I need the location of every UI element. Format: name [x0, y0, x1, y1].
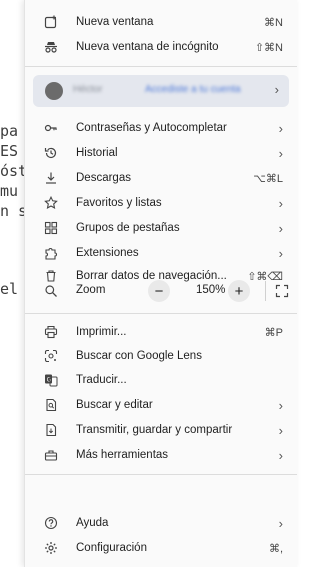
new-incognito-shortcut: ⇧⌘N — [254, 41, 283, 54]
toolbox-icon — [42, 446, 60, 464]
download-icon — [42, 169, 60, 187]
zoom-label: Zoom — [76, 284, 106, 296]
zoom-out-button[interactable]: − — [148, 280, 170, 302]
extensions-label: Extensiones — [76, 247, 139, 259]
zoom-in-button[interactable]: + — [228, 280, 250, 302]
help-icon — [42, 514, 60, 532]
divider — [25, 474, 297, 475]
bookmarks-label: Favoritos y listas — [76, 197, 162, 209]
print-label: Imprimir... — [76, 326, 127, 338]
find-edit-item[interactable]: Buscar y editar › — [25, 393, 297, 417]
incognito-icon — [42, 38, 60, 56]
google-lens-item[interactable]: Buscar con Google Lens — [25, 344, 297, 368]
background-text: mu — [0, 182, 19, 200]
divider — [25, 313, 297, 314]
divider — [25, 66, 297, 67]
find-page-icon — [42, 396, 60, 414]
downloads-shortcut: ⌥⌘L — [253, 172, 283, 185]
zoom-value: 150% — [196, 284, 226, 296]
profile-name: Héctor — [73, 84, 103, 95]
print-shortcut: ⌘P — [264, 326, 283, 339]
more-tools-item[interactable]: Más herramientas › — [25, 443, 297, 467]
divider — [265, 281, 266, 301]
tab-groups-icon — [42, 219, 60, 237]
history-label: Historial — [76, 147, 118, 159]
history-icon — [42, 144, 60, 162]
chevron-right-icon: › — [278, 120, 283, 136]
lens-label: Buscar con Google Lens — [76, 350, 202, 362]
profile-row[interactable]: Héctor Accediste a tu cuenta › — [33, 75, 289, 107]
background-text: ES — [0, 142, 19, 160]
new-incognito-window-item[interactable]: Nueva ventana de incógnito ⇧⌘N — [25, 35, 297, 59]
chevron-right-icon: › — [278, 447, 283, 463]
chevron-right-icon: › — [278, 422, 283, 438]
history-item[interactable]: Historial › — [25, 141, 297, 165]
chevron-right-icon: › — [278, 245, 283, 261]
browser-menu: Nueva ventana ⌘N Nueva ventana de incógn… — [24, 0, 297, 567]
help-label: Ayuda — [76, 517, 109, 529]
chevron-right-icon: › — [274, 82, 279, 97]
key-icon — [42, 119, 60, 137]
extensions-item[interactable]: Extensiones › — [25, 241, 297, 265]
background-text: pa — [0, 122, 19, 140]
settings-shortcut: ⌘, — [268, 542, 283, 555]
settings-label: Configuración — [76, 542, 147, 554]
chevron-right-icon: › — [278, 195, 283, 211]
star-icon — [42, 194, 60, 212]
passwords-item[interactable]: Contraseñas y Autocompletar › — [25, 116, 297, 140]
lens-icon — [42, 347, 60, 365]
chevron-right-icon: › — [278, 397, 283, 413]
tab-groups-item[interactable]: Grupos de pestañas › — [25, 216, 297, 240]
chevron-right-icon: › — [278, 220, 283, 236]
zoom-icon — [42, 282, 60, 300]
cast-save-share-item[interactable]: Transmitir, guardar y compartir › — [25, 418, 297, 442]
cast-save-icon — [42, 421, 60, 439]
printer-icon — [42, 323, 60, 341]
settings-item[interactable]: Configuración ⌘, — [25, 536, 297, 560]
new-incognito-label: Nueva ventana de incógnito — [76, 41, 219, 53]
help-item[interactable]: Ayuda › — [25, 511, 297, 535]
background-text: el — [0, 280, 19, 298]
downloads-item[interactable]: Descargas ⌥⌘L — [25, 166, 297, 190]
passwords-label: Contraseñas y Autocompletar — [76, 122, 227, 134]
new-window-shortcut: ⌘N — [264, 16, 283, 29]
cast-save-label: Transmitir, guardar y compartir — [76, 424, 233, 436]
new-window-icon — [42, 13, 60, 31]
downloads-label: Descargas — [76, 172, 131, 184]
profile-status: Accediste a tu cuenta — [145, 84, 241, 95]
svg-text:G: G — [47, 377, 52, 384]
puzzle-icon — [42, 244, 60, 262]
translate-label: Traducir... — [76, 374, 127, 386]
new-window-label: Nueva ventana — [76, 16, 154, 28]
avatar — [45, 82, 63, 100]
new-window-item[interactable]: Nueva ventana ⌘N — [25, 10, 297, 34]
more-tools-label: Más herramientas — [76, 449, 169, 461]
tab-groups-label: Grupos de pestañas — [76, 222, 180, 234]
gear-icon — [42, 539, 60, 557]
bookmarks-item[interactable]: Favoritos y listas › — [25, 191, 297, 215]
translate-item[interactable]: G Traducir... — [25, 368, 297, 392]
translate-icon: G — [42, 371, 60, 389]
chevron-right-icon: › — [278, 515, 283, 531]
find-edit-label: Buscar y editar — [76, 399, 153, 411]
zoom-row: Zoom − 150% + — [25, 277, 297, 305]
chevron-right-icon: › — [278, 145, 283, 161]
print-item[interactable]: Imprimir... ⌘P — [25, 320, 297, 344]
fullscreen-icon[interactable] — [273, 282, 291, 300]
